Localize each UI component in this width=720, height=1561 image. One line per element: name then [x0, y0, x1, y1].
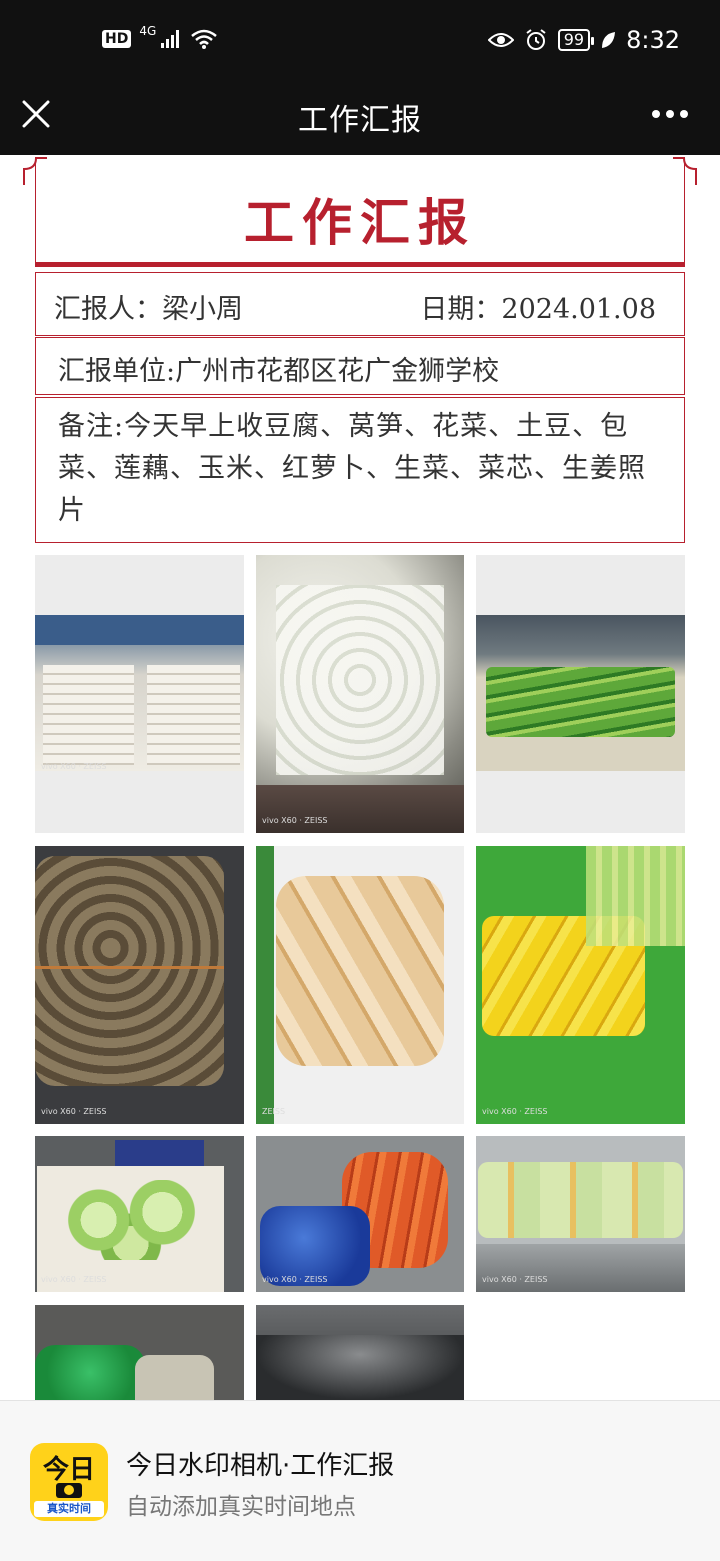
wifi-icon: [191, 29, 218, 49]
app-promo-banner[interactable]: 今日 真实时间 今日水印相机·工作汇报 自动添加真实时间地点: [0, 1400, 720, 1561]
photo-thumbnail[interactable]: vivo X60 · ZEISS: [35, 555, 244, 833]
photo-watermark: ZEISS: [262, 1107, 286, 1116]
reporter-field: 汇报人：梁小周: [54, 294, 243, 325]
unit-row: 汇报单位:广州市花都区花广金狮学校: [35, 337, 685, 395]
report-title-box: 工作汇报: [23, 157, 697, 264]
promo-subtitle: 自动添加真实时间地点: [126, 1494, 356, 1520]
reporter-row: 汇报人：梁小周 日期：2024.01.08: [35, 272, 685, 336]
app-icon[interactable]: 今日 真实时间: [30, 1443, 108, 1521]
photo-thumbnail[interactable]: [35, 1305, 244, 1400]
leaf-icon: [602, 32, 616, 48]
report-title: 工作汇报: [244, 193, 476, 252]
photo-thumbnail[interactable]: vivo X60 · ZEISS: [256, 1136, 464, 1292]
camera-icon: [56, 1483, 82, 1498]
photo-thumbnail[interactable]: vivo X60 · ZEISS: [256, 555, 464, 833]
photo-watermark: vivo X60 · ZEISS: [41, 762, 107, 771]
unit-field: 汇报单位:广州市花都区花广金狮学校: [58, 356, 500, 387]
eye-icon: [487, 33, 514, 47]
network-label: 4G: [139, 24, 157, 38]
date-field: 日期：2024.01.08: [420, 294, 656, 325]
photo-watermark: vivo X60 · ZEISS: [482, 1107, 548, 1116]
status-left: HD 4G: [102, 24, 218, 50]
photo-thumbnail[interactable]: [476, 555, 685, 833]
app-icon-caption: 真实时间: [34, 1501, 104, 1517]
clock: 8:32: [626, 26, 680, 54]
photo-watermark: vivo X60 · ZEISS: [482, 1275, 548, 1284]
photo-thumbnail[interactable]: vivo X60 · ZEISS: [35, 846, 244, 1124]
photo-thumbnail[interactable]: vivo X60 · ZEISS: [476, 1136, 685, 1292]
note-field: 备注:今天早上收豆腐、莴笋、花菜、土豆、包菜、莲藕、玉米、红萝卜、生菜、菜芯、生…: [58, 411, 646, 526]
signal-icon: [161, 30, 180, 48]
title-divider: [35, 262, 685, 267]
photo-watermark: vivo X60 · ZEISS: [41, 1275, 107, 1284]
promo-title: 今日水印相机·工作汇报: [126, 1451, 395, 1481]
status-right: 99 8:32: [487, 26, 680, 54]
status-bar: HD 4G 99 8:32: [0, 0, 720, 84]
alarm-icon: [526, 29, 546, 50]
corner-ornament-right: [673, 157, 697, 185]
photo-thumbnail[interactable]: vivo X60 · ZEISS: [35, 1136, 244, 1292]
hd-badge: HD: [102, 30, 132, 48]
battery-indicator: 99: [557, 29, 595, 51]
photo-thumbnail[interactable]: vivo X60 · ZEISS: [476, 846, 685, 1124]
photo-watermark: vivo X60 · ZEISS: [262, 816, 328, 825]
more-icon[interactable]: [650, 108, 690, 120]
note-row: 备注:今天早上收豆腐、莴笋、花菜、土豆、包菜、莲藕、玉米、红萝卜、生菜、菜芯、生…: [35, 397, 685, 543]
nav-bar: 工作汇报: [0, 84, 720, 155]
photo-thumbnail[interactable]: ZEISS: [256, 846, 464, 1124]
page-title: 工作汇报: [298, 103, 422, 138]
photo-watermark: vivo X60 · ZEISS: [262, 1275, 328, 1284]
photo-thumbnail[interactable]: [256, 1305, 464, 1400]
corner-ornament-left: [23, 157, 47, 185]
photo-watermark: vivo X60 · ZEISS: [41, 1107, 107, 1116]
